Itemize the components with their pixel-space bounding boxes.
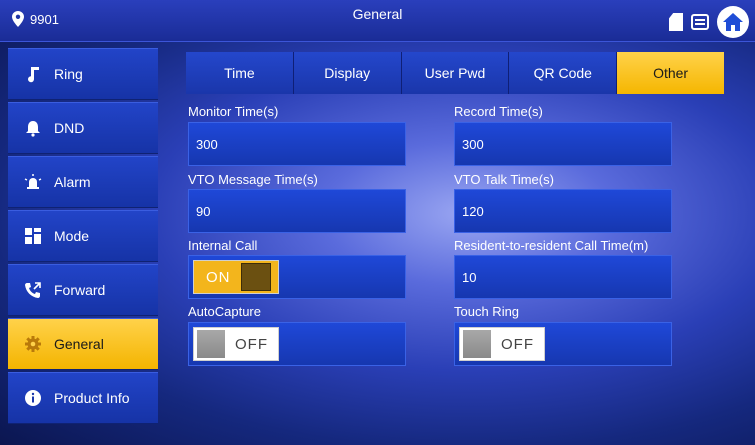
call-forward-icon xyxy=(25,282,41,298)
autocapture-container: OFF xyxy=(188,322,406,366)
tab-qr-code[interactable]: QR Code xyxy=(509,52,618,94)
record-time-field[interactable]: 300 xyxy=(454,122,672,166)
sidebar-item-general[interactable]: General xyxy=(8,318,158,370)
alarm-siren-icon xyxy=(24,174,42,189)
touch-ring-container: OFF xyxy=(454,322,672,366)
music-note-icon xyxy=(28,67,39,83)
sidebar-item-forward[interactable]: Forward xyxy=(8,264,158,316)
sidebar-item-label: Forward xyxy=(54,282,106,298)
monitor-time-label: Monitor Time(s) xyxy=(188,104,279,119)
toggle-knob xyxy=(197,330,225,358)
home-button[interactable] xyxy=(717,6,749,38)
vto-talk-time-label: VTO Talk Time(s) xyxy=(454,172,554,187)
vto-talk-time-field[interactable]: 120 xyxy=(454,189,672,233)
sidebar-item-label: Ring xyxy=(54,66,83,82)
page-title: General xyxy=(352,6,403,22)
touch-ring-toggle[interactable]: OFF xyxy=(459,327,545,361)
toggle-state-text: OFF xyxy=(235,335,268,353)
record-time-label: Record Time(s) xyxy=(454,104,543,119)
sidebar-item-label: DND xyxy=(54,120,85,136)
sidebar-item-ring[interactable]: Ring xyxy=(8,48,158,100)
vto-message-time-field[interactable]: 90 xyxy=(188,189,406,233)
internal-call-container: ON xyxy=(188,255,406,299)
vto-message-time-label: VTO Message Time(s) xyxy=(188,172,318,187)
bell-icon xyxy=(26,121,40,137)
sidebar-item-label: General xyxy=(54,336,104,352)
sidebar-item-label: Mode xyxy=(54,228,90,244)
tab-user-pwd[interactable]: User Pwd xyxy=(401,52,510,94)
touch-ring-label: Touch Ring xyxy=(454,304,520,319)
monitor-time-field[interactable]: 300 xyxy=(188,122,406,166)
autocapture-label: AutoCapture xyxy=(188,304,261,319)
sidebar-item-alarm[interactable]: Alarm xyxy=(8,156,158,208)
toggle-knob xyxy=(463,330,491,358)
toggle-knob xyxy=(240,263,271,291)
sidebar-item-label: Product Info xyxy=(54,390,130,406)
internal-call-label: Internal Call xyxy=(188,238,258,253)
sd-card-icon xyxy=(669,13,683,31)
message-icon[interactable] xyxy=(691,14,709,30)
internal-call-toggle[interactable]: ON xyxy=(193,260,279,294)
gear-icon xyxy=(25,336,41,352)
top-bar: 9901 General xyxy=(0,0,755,42)
sidebar-item-dnd[interactable]: DND xyxy=(8,102,158,154)
tab-other[interactable]: Other xyxy=(617,52,724,94)
tab-display[interactable]: Display xyxy=(293,52,402,94)
settings-tabs: Time Display User Pwd QR Code Other xyxy=(186,52,724,94)
toggle-state-text: ON xyxy=(206,268,231,286)
resident-call-time-label: Resident-to-resident Call Time(m) xyxy=(454,238,649,253)
tab-time[interactable]: Time xyxy=(186,52,294,94)
info-icon xyxy=(25,390,41,406)
toggle-state-text: OFF xyxy=(501,335,534,353)
autocapture-toggle[interactable]: OFF xyxy=(193,327,279,361)
resident-call-time-field[interactable]: 10 xyxy=(454,255,672,299)
sidebar-item-label: Alarm xyxy=(54,174,91,190)
sidebar-item-product-info[interactable]: Product Info xyxy=(8,372,158,424)
grid-mode-icon xyxy=(25,228,41,244)
home-icon xyxy=(723,13,743,31)
sidebar-item-mode[interactable]: Mode xyxy=(8,210,158,262)
